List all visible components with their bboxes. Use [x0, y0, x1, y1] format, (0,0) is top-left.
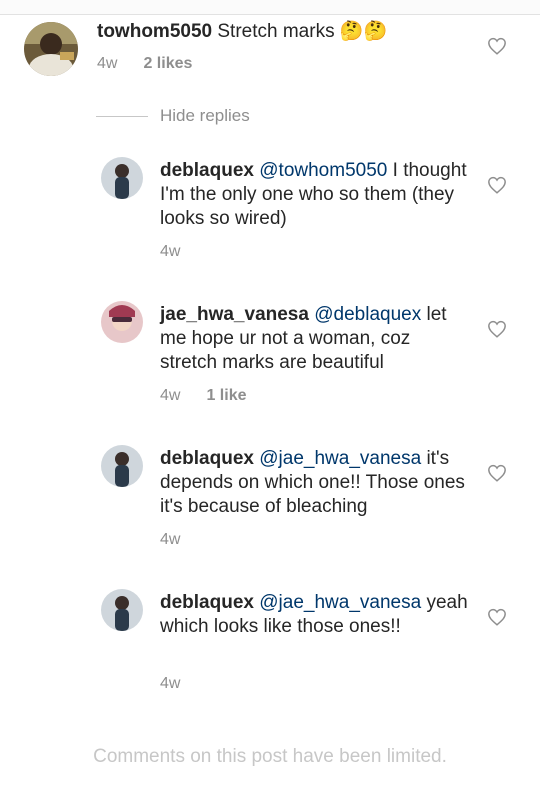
- reply-time: 4w: [160, 531, 181, 548]
- avatar[interactable]: [101, 445, 143, 487]
- reply-body: me hope ur not a woman, coz stretch mark…: [160, 328, 411, 373]
- reply-meta: 4w: [160, 675, 180, 693]
- reply-text: deblaquex @towhom5050 I thought I'm the …: [160, 159, 470, 231]
- comment-meta: 4w 2 likes: [97, 55, 192, 73]
- reply-username[interactable]: deblaquex: [160, 448, 254, 469]
- comment-username[interactable]: towhom5050: [97, 21, 212, 42]
- avatar[interactable]: [24, 22, 78, 76]
- reply-body-line1: I: [387, 160, 398, 181]
- heart-outline-icon[interactable]: [487, 320, 507, 338]
- top-divider: [0, 0, 540, 15]
- reply-username[interactable]: deblaquex: [160, 160, 254, 181]
- hide-replies-divider: [96, 116, 148, 117]
- hide-replies-button[interactable]: Hide replies: [160, 106, 250, 126]
- reply-meta: 4w 1 like: [160, 387, 246, 405]
- heart-outline-icon[interactable]: [487, 37, 507, 55]
- reply-text: jae_hwa_vanesa @deblaquex let me hope ur…: [160, 303, 470, 375]
- reply-body: depends on which one!! Those ones it's b…: [160, 472, 465, 517]
- avatar[interactable]: [101, 301, 143, 343]
- reply-time: 4w: [160, 675, 181, 692]
- heart-outline-icon[interactable]: [487, 176, 507, 194]
- reply-meta: 4w: [160, 243, 180, 261]
- reply-text: deblaquex @jae_hwa_vanesa it's depends o…: [160, 447, 470, 519]
- reply-mention[interactable]: @towhom5050: [259, 160, 387, 181]
- reply-mention[interactable]: @deblaquex: [314, 304, 421, 325]
- comment-text: towhom5050 Stretch marks 🤔🤔: [97, 20, 477, 44]
- comment-likes[interactable]: 2 likes: [143, 55, 192, 72]
- reply-body-line1: it's: [421, 448, 450, 469]
- reply-username[interactable]: deblaquex: [160, 592, 254, 613]
- reply-mention[interactable]: @jae_hwa_vanesa: [259, 592, 421, 613]
- reply-time: 4w: [160, 387, 181, 404]
- heart-outline-icon[interactable]: [487, 608, 507, 626]
- reply-likes[interactable]: 1 like: [206, 387, 246, 404]
- reply-time: 4w: [160, 243, 181, 260]
- reply-meta: 4w: [160, 531, 180, 549]
- heart-outline-icon[interactable]: [487, 464, 507, 482]
- avatar[interactable]: [101, 589, 143, 631]
- comment-time: 4w: [97, 55, 118, 72]
- comments-limited-notice: Comments on this post have been limited.: [93, 746, 447, 767]
- reply-text: deblaquex @jae_hwa_vanesa yeah which loo…: [160, 591, 470, 639]
- reply-body-line1: let: [421, 304, 447, 325]
- comment-body: Stretch marks 🤔🤔: [212, 21, 388, 42]
- avatar[interactable]: [101, 157, 143, 199]
- reply-username[interactable]: jae_hwa_vanesa: [160, 304, 309, 325]
- reply-mention[interactable]: @jae_hwa_vanesa: [259, 448, 421, 469]
